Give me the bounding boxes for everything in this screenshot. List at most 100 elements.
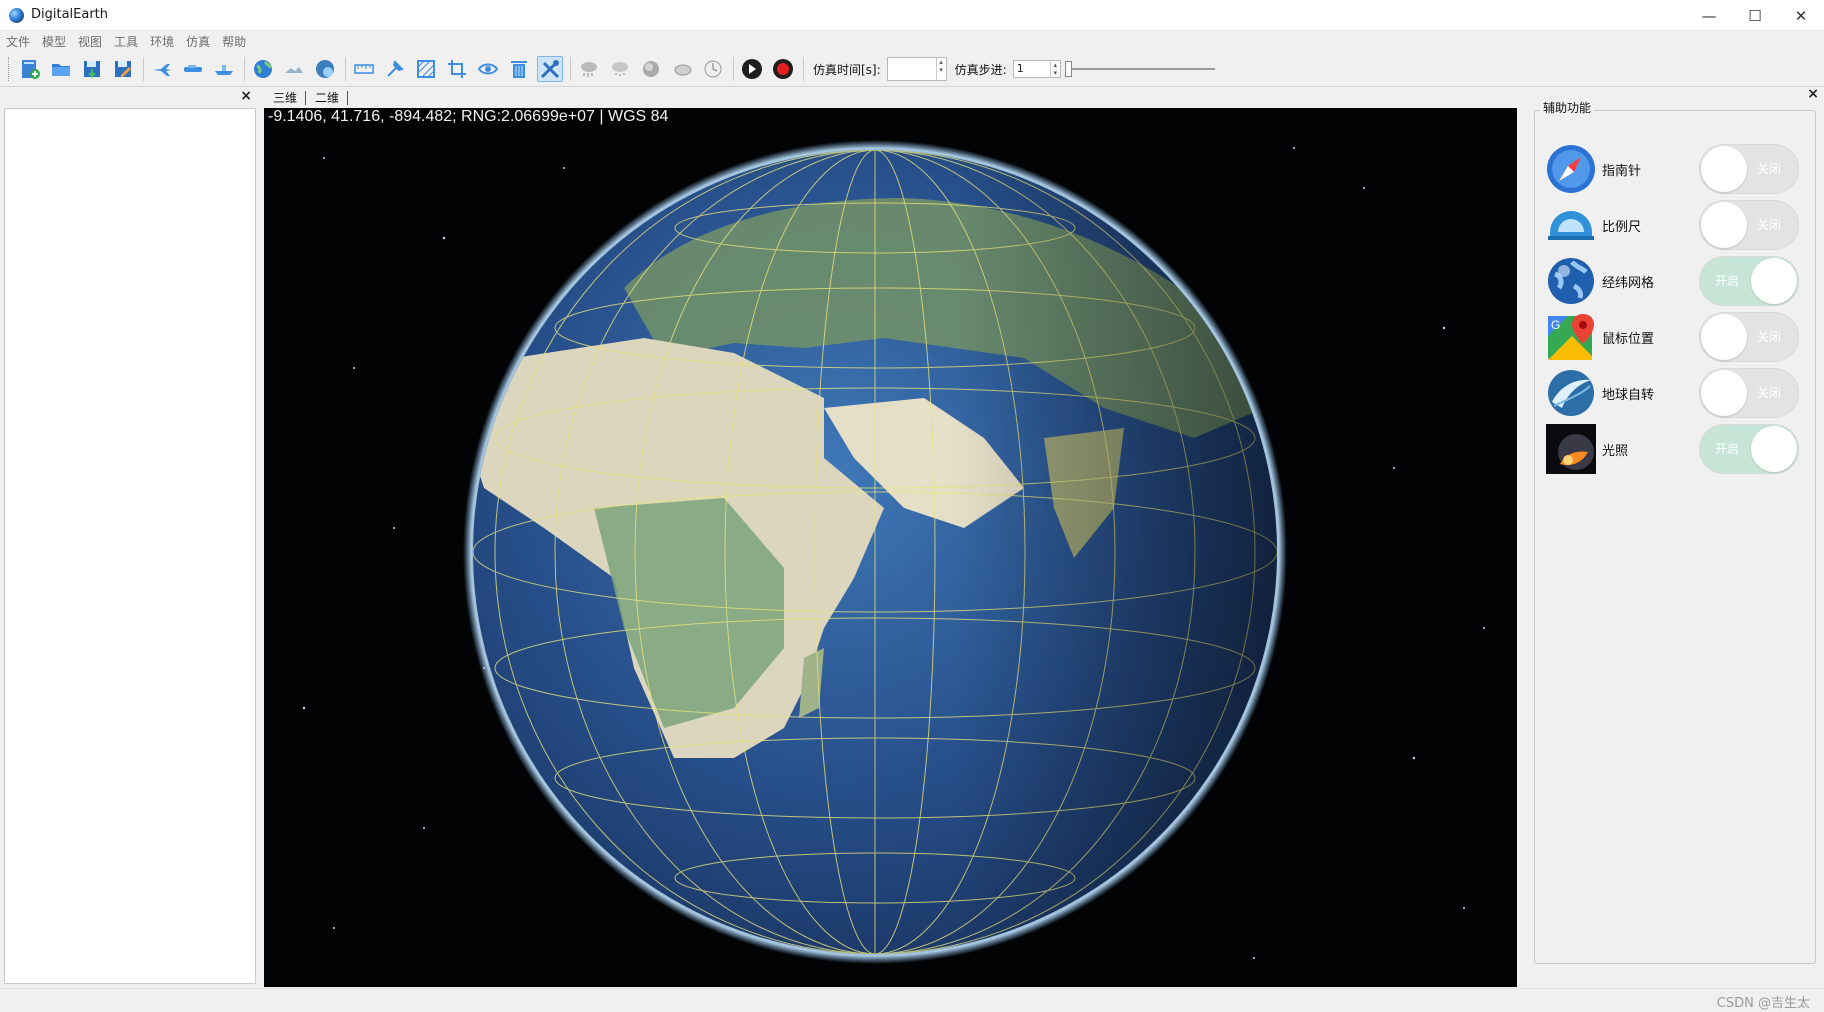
- maximize-button[interactable]: ☐: [1732, 0, 1778, 31]
- globe-tool-button[interactable]: [250, 56, 276, 82]
- globe-grid-icon: [1548, 258, 1594, 304]
- feature-label: 经纬网格: [1602, 276, 1655, 291]
- add-ship-button[interactable]: [211, 56, 237, 82]
- sunlight-icon: [1546, 424, 1596, 474]
- toolbar-grip[interactable]: [8, 57, 11, 81]
- play-button[interactable]: [739, 56, 765, 82]
- toggle-knob: [1751, 426, 1797, 472]
- snow-button[interactable]: [607, 56, 633, 82]
- menu-bar: 文件 模型 视图 工具 环境 仿真 帮助: [0, 31, 1824, 52]
- cloud-button[interactable]: [669, 56, 695, 82]
- scale-ruler-icon: [1548, 211, 1594, 240]
- feature-scale: 比例尺 关闭: [1546, 200, 1804, 250]
- feature-label: 鼠标位置: [1602, 332, 1655, 347]
- tab-2d[interactable]: 二维: [306, 90, 349, 105]
- sim-step-value: 1: [1016, 62, 1024, 75]
- scale-toggle[interactable]: 关闭: [1699, 200, 1799, 250]
- sim-time-spinner[interactable]: ▴ ▾: [935, 58, 946, 80]
- right-panel-close-button[interactable]: ×: [1807, 86, 1819, 102]
- menu-model[interactable]: 模型: [42, 33, 66, 50]
- toolbar-separator: [570, 57, 571, 81]
- close-window-button[interactable]: ✕: [1778, 0, 1824, 31]
- rain-button[interactable]: [576, 56, 602, 82]
- ruler-icon: [354, 64, 374, 74]
- toolbar-separator: [244, 57, 245, 81]
- measure-distance-button[interactable]: [351, 56, 377, 82]
- sim-progress-slider[interactable]: [1064, 59, 1215, 79]
- globe-layer-icon: [316, 60, 334, 78]
- new-file-icon: [22, 60, 40, 79]
- compass-toggle[interactable]: 关闭: [1699, 144, 1799, 194]
- add-aircraft-button[interactable]: [149, 56, 175, 82]
- night-shadow: [473, 150, 1277, 954]
- menu-file[interactable]: 文件: [6, 33, 30, 50]
- earth-rotation-toggle[interactable]: 关闭: [1699, 368, 1799, 418]
- lighting-toggle[interactable]: 开启: [1699, 424, 1799, 474]
- slider-thumb[interactable]: [1064, 61, 1072, 77]
- save-as-icon: [115, 61, 131, 77]
- save-button[interactable]: [79, 56, 105, 82]
- record-button[interactable]: [770, 56, 796, 82]
- title-bar: DigitalEarth — ☐ ✕: [0, 0, 1824, 31]
- feature-label: 地球自转: [1602, 388, 1655, 403]
- right-dock-panel: × 辅助功能 指南针 关闭 比例尺 关闭 经纬网格 开启 G 鼠标位置 关闭 地…: [1524, 86, 1824, 987]
- view-tabs: 三维 二维: [264, 88, 349, 107]
- toolbar-separator: [733, 57, 734, 81]
- cloud-icon: [674, 64, 692, 76]
- menu-simulation[interactable]: 仿真: [186, 33, 210, 50]
- toggle-state-text: 关闭: [1757, 218, 1782, 232]
- status-bar: CSDN @吉生太: [0, 988, 1824, 1012]
- left-panel-close-button[interactable]: ×: [240, 88, 252, 104]
- measure-angle-button[interactable]: [444, 56, 470, 82]
- toolbar-separator: [345, 57, 346, 81]
- tab-3d[interactable]: 三维: [264, 90, 307, 105]
- feature-label: 指南针: [1602, 164, 1642, 179]
- window-title: DigitalEarth: [31, 7, 109, 22]
- feature-mouse-position: G 鼠标位置 关闭: [1546, 312, 1804, 362]
- vehicle-icon: [184, 65, 202, 72]
- menu-tools[interactable]: 工具: [114, 33, 138, 50]
- sim-time-input[interactable]: ▴ ▾: [886, 57, 947, 81]
- add-vehicle-button[interactable]: [180, 56, 206, 82]
- wrench-icon: [540, 60, 560, 79]
- visibility-button[interactable]: [475, 56, 501, 82]
- menu-help[interactable]: 帮助: [222, 33, 246, 50]
- open-button[interactable]: [48, 56, 74, 82]
- mouse-position-toggle[interactable]: 关闭: [1699, 312, 1799, 362]
- clock-button[interactable]: [700, 56, 726, 82]
- menu-environment[interactable]: 环境: [150, 33, 174, 50]
- menu-view[interactable]: 视图: [78, 33, 102, 50]
- measure-height-button[interactable]: [382, 56, 408, 82]
- minimize-button[interactable]: —: [1686, 0, 1732, 31]
- sim-step-input[interactable]: 1 ▴ ▾: [1012, 60, 1061, 78]
- map-pin-icon: G: [1548, 314, 1594, 360]
- graticule-toggle[interactable]: 开启: [1699, 256, 1799, 306]
- feature-lighting: 光照 开启: [1546, 424, 1804, 474]
- clear-button[interactable]: [506, 56, 532, 82]
- toggle-state-text: 关闭: [1757, 162, 1782, 176]
- measure-area-button[interactable]: [413, 56, 439, 82]
- app-globe-icon: [9, 8, 24, 23]
- sim-step-spinner[interactable]: ▴ ▾: [1049, 61, 1060, 77]
- globe-layer-button[interactable]: [312, 56, 338, 82]
- trash-icon: [511, 61, 527, 78]
- earth-rotation-icon: [1548, 370, 1594, 416]
- toggle-knob: [1701, 146, 1747, 192]
- cursor-coordinates: -9.1406, 41.716, -894.482; RNG:2.06699e+…: [268, 108, 669, 125]
- fog-icon: [643, 61, 659, 77]
- ship-icon: [215, 65, 233, 75]
- toggle-state-text: 关闭: [1757, 330, 1782, 344]
- feature-earth-rotation: 地球自转 关闭: [1546, 368, 1804, 418]
- earth-globe[interactable]: [264, 108, 1517, 987]
- globe-viewport[interactable]: -9.1406, 41.716, -894.482; RNG:2.06699e+…: [264, 108, 1517, 987]
- tools-button[interactable]: [537, 56, 563, 82]
- toggle-state-text: 关闭: [1757, 386, 1782, 400]
- fog-button[interactable]: [638, 56, 664, 82]
- terrain-button[interactable]: [281, 56, 307, 82]
- new-project-button[interactable]: [17, 56, 43, 82]
- slider-track: [1064, 68, 1215, 70]
- toolbar-separator: [803, 57, 804, 81]
- save-as-button[interactable]: [110, 56, 136, 82]
- scene-tree[interactable]: [4, 108, 256, 984]
- globe-icon: [254, 60, 273, 78]
